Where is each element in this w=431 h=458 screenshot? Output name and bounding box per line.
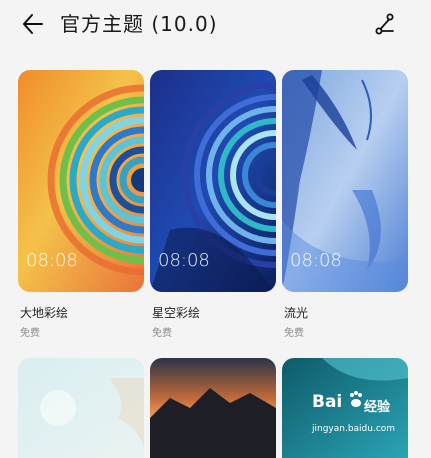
paw-icon xyxy=(348,390,364,414)
share-icon[interactable] xyxy=(370,10,400,38)
back-arrow-icon[interactable] xyxy=(18,10,48,38)
baidu-watermark: Bai 经验 jingyan.baidu.com xyxy=(312,384,422,440)
theme-name[interactable]: 流光 xyxy=(284,304,308,321)
theme-price: 免费 xyxy=(152,328,172,339)
theme-price: 免费 xyxy=(284,328,304,339)
theme-card-row2-1[interactable] xyxy=(18,358,144,458)
theme-card-star[interactable]: 08:08 xyxy=(150,70,276,292)
theme-clock: 08:08 xyxy=(26,250,78,271)
theme-name[interactable]: 大地彩绘 xyxy=(20,304,68,321)
page-title: 官方主题 (10.0) xyxy=(60,12,218,36)
theme-card-row2-2[interactable] xyxy=(150,358,276,458)
theme-card-flow[interactable]: 08:08 xyxy=(282,70,408,292)
theme-price: 免费 xyxy=(20,328,40,339)
watermark-brand-cn: 经验 xyxy=(364,400,391,415)
theme-card-earth[interactable]: 08:08 xyxy=(18,70,144,292)
theme-name[interactable]: 星空彩绘 xyxy=(152,304,200,321)
watermark-brand: Bai xyxy=(312,392,343,412)
theme-clock: 08:08 xyxy=(158,250,210,271)
theme-clock: 08:08 xyxy=(290,250,342,271)
app-header: 官方主题 (10.0) xyxy=(0,0,431,50)
watermark-url: jingyan.baidu.com xyxy=(312,424,396,434)
